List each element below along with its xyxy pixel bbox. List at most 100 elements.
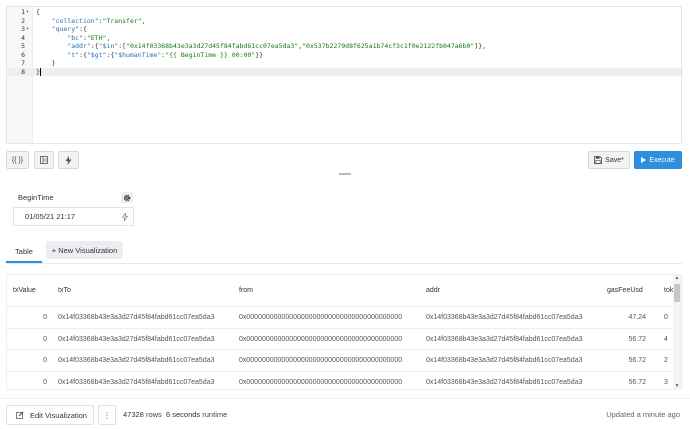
cell-txvalue: 0 — [43, 314, 47, 321]
footer-divider — [0, 398, 690, 399]
column-header-from[interactable]: from — [239, 275, 253, 306]
column-header-tok[interactable]: tok — [664, 275, 673, 306]
save-button[interactable]: Save* — [588, 151, 630, 169]
cell-txvalue: 0 — [43, 357, 47, 364]
cell-txto: 0x14f03368b43e3a3d27d45f84fabd61cc07ea5d… — [58, 378, 215, 386]
fold-toggle-icon[interactable]: ▾ — [26, 8, 32, 17]
cell-from: 0x00000000000000000000000000000000000000… — [239, 357, 403, 364]
updated-timestamp: Updated a minute ago — [606, 410, 680, 419]
scrollbar-thumb[interactable] — [674, 284, 680, 302]
code-punctuation-token: :{ — [90, 42, 99, 50]
code-punctuation-token — [36, 51, 67, 59]
line-number: 1 — [21, 8, 25, 16]
schema-toggle-button[interactable] — [34, 151, 54, 169]
execute-button[interactable]: Execute — [634, 151, 682, 169]
row-count: 47328 — [123, 410, 144, 419]
cell-tok: 2 — [664, 357, 668, 364]
runtime-value: 6 seconds — [165, 410, 201, 419]
code-text: "t":{"$gt":{"$humanTime":"{{ BeginTime }… — [36, 51, 263, 60]
code-punctuation-token: , — [141, 16, 146, 25]
code-text: "addr":{"$in":["0x14f03368b43e3a3d27d45f… — [36, 42, 486, 51]
schema-icon — [40, 156, 48, 164]
line-number: 5 — [21, 42, 25, 50]
cell-tok: 4 — [664, 335, 668, 343]
execute-button-label: Execute — [649, 156, 675, 164]
table-row: 0 0x14f03368b43e3a3d27d45f84fabd61cc07ea5… — [7, 306, 675, 328]
code-line[interactable]: 6 "t":{"$gt":{"$humanTime":"{{ BeginTime… — [7, 51, 681, 60]
cell-gasfeeusd: 56.72 — [628, 357, 646, 364]
code-line[interactable]: 8} — [7, 67, 681, 76]
parameter-input[interactable]: 01/05/21 21:17 — [13, 207, 134, 226]
code-key-token: "$gt" — [86, 50, 107, 59]
more-icon: ⋮ — [103, 410, 111, 420]
edit-visualization-button[interactable]: Edit Visualization — [6, 405, 94, 425]
new-visualization-button[interactable]: + New Visualization — [46, 241, 123, 259]
format-query-button[interactable]: {{ }} — [6, 151, 29, 169]
code-key-token: "$humanTime" — [114, 50, 162, 59]
editor-resize-handle[interactable] — [339, 173, 351, 175]
gear-icon — [123, 194, 131, 201]
code-punctuation-token — [36, 42, 67, 50]
cell-gasfeeusd: 56.72 — [628, 378, 646, 386]
runtime-word: runtime — [202, 410, 228, 419]
code-line[interactable]: 1 ▾ { — [7, 8, 681, 17]
cell-from: 0x00000000000000000000000000000000000000… — [239, 335, 403, 343]
parameter-label: BeginTime — [18, 193, 54, 202]
fold-toggle-icon[interactable]: ▾ — [26, 25, 32, 34]
code-key-token: "query" — [51, 25, 80, 33]
cell-txvalue: 0 — [43, 335, 47, 343]
code-text: "bc":"ETH", — [36, 34, 110, 43]
table-row: 0 0x14f03368b43e3a3d27d45f84fabd61cc07ea5… — [7, 370, 675, 390]
code-line[interactable]: 4 "bc":"ETH", — [7, 34, 681, 43]
cell-txvalue: 0 — [43, 378, 47, 386]
column-header-txvalue[interactable]: txValue — [13, 275, 36, 306]
code-punctuation-token: , — [106, 33, 111, 42]
edit-visualization-label: Edit Visualization — [30, 410, 87, 420]
code-string-token: "0x537b2279d8f625a1b74cf3c1f0e2122fb047a… — [302, 42, 475, 50]
code-string-token: "0x14f03368b43e3a3d27d45f84fabd61cc07ea5… — [126, 42, 299, 50]
parameter-value: 01/05/21 21:17 — [25, 212, 76, 221]
text-cursor — [39, 67, 41, 76]
code-line[interactable]: 5 "addr":{"$in":["0x14f03368b43e3a3d27d4… — [7, 42, 681, 51]
code-line[interactable]: 3 ▾ "query":{ — [7, 25, 681, 34]
code-string-token: "Transfer" — [102, 16, 142, 25]
code-punctuation-token: :[ — [118, 42, 127, 50]
cell-from: 0x00000000000000000000000000000000000000… — [239, 378, 403, 386]
cell-addr: 0x14f03368b43e3a3d27d45f84fabd61cc07ea5d… — [426, 335, 583, 343]
cell-tok: 3 — [664, 378, 668, 386]
format-icon: {{ }} — [11, 156, 24, 164]
column-header-gasfeeusd[interactable]: gasFeeUsd — [607, 275, 643, 306]
code-line[interactable]: 7 } — [7, 59, 681, 68]
code-punctuation-token — [36, 34, 67, 42]
scroll-down-arrow[interactable]: ▼ — [674, 383, 680, 389]
line-number: 4 — [21, 33, 25, 42]
cell-txto: 0x14f03368b43e3a3d27d45f84fabd61cc07ea5d… — [58, 335, 215, 343]
cell-gasfeeusd: 47.24 — [628, 314, 646, 321]
query-editor[interactable]: 1 ▾{2 "collection":"Transfer", 3 ▾ "query":… — [6, 6, 682, 144]
parameter-settings-button[interactable] — [121, 192, 133, 203]
code-punctuation-token: { — [36, 8, 40, 16]
code-punctuation-token: }} — [255, 50, 264, 59]
line-number: 2 — [21, 16, 25, 25]
tab-table[interactable]: Table — [6, 241, 42, 263]
code-text: { — [36, 8, 40, 17]
code-key-token: "collection" — [51, 16, 99, 25]
table-scrollbar[interactable]: ▲ ▼ — [673, 275, 681, 389]
cell-txto: 0x14f03368b43e3a3d27d45f84fabd61cc07ea5d… — [58, 357, 215, 364]
autocomplete-toggle-button[interactable] — [58, 151, 79, 169]
bolt-icon[interactable] — [122, 212, 128, 221]
code-line[interactable]: 2 "collection":"Transfer", — [7, 17, 681, 26]
line-number: 3 — [21, 25, 25, 33]
cell-txto: 0x14f03368b43e3a3d27d45f84fabd61cc07ea5d… — [58, 314, 215, 321]
code-key-token: "addr" — [67, 42, 91, 50]
column-header-txto[interactable]: txTo — [58, 275, 71, 306]
play-icon — [641, 157, 647, 163]
more-options-button[interactable]: ⋮ — [98, 405, 116, 425]
cell-gasfeeusd: 56.72 — [628, 335, 646, 343]
edit-icon — [16, 411, 24, 419]
save-button-label: Save* — [605, 156, 624, 164]
table-row: 0 0x14f03368b43e3a3d27d45f84fabd61cc07ea5… — [7, 327, 675, 350]
scroll-up-arrow[interactable]: ▲ — [674, 275, 680, 281]
column-header-addr[interactable]: addr — [426, 275, 440, 306]
code-punctuation-token — [36, 25, 52, 33]
